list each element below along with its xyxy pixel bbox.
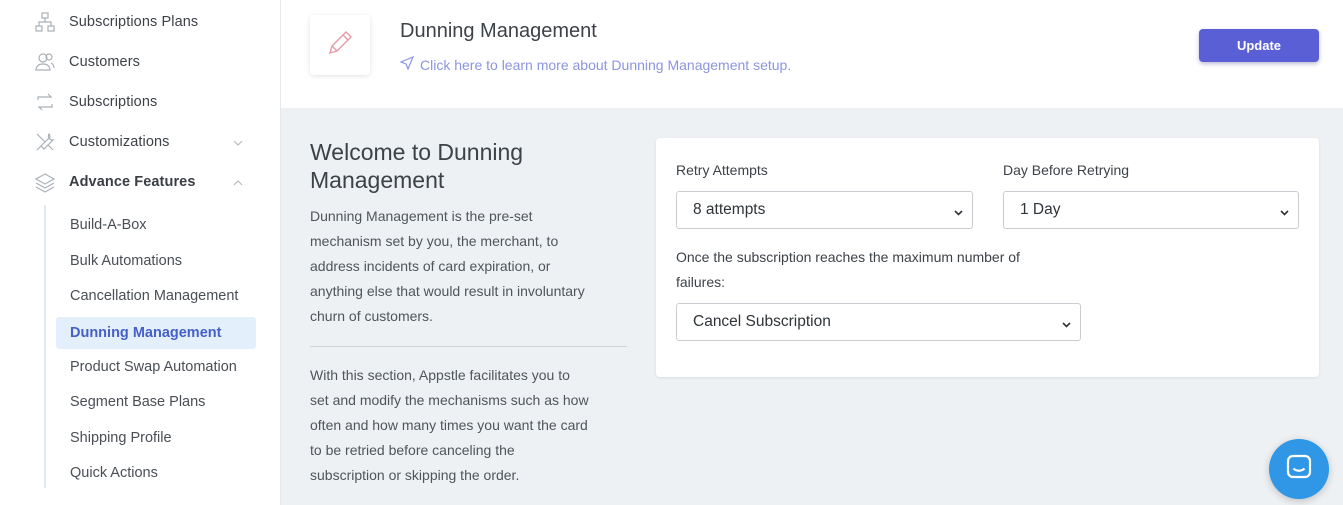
navigation-arrow-icon xyxy=(399,55,415,73)
help-link[interactable]: Click here to learn more about Dunning M… xyxy=(399,55,792,73)
retry-attempts-label: Retry Attempts xyxy=(676,162,768,178)
chevron-down-icon xyxy=(953,205,964,216)
settings-card: Retry Attempts 8 attempts Day Before Ret… xyxy=(656,138,1319,377)
chat-icon xyxy=(1284,452,1314,487)
sidebar-subitem-segment-base-plans[interactable]: Segment Base Plans xyxy=(56,386,256,418)
intro-line: churn of customers. xyxy=(310,308,433,324)
intro-line: Dunning Management is the pre-set xyxy=(310,208,533,224)
sidebar: Subscriptions Plans Customers Subscripti… xyxy=(0,0,281,505)
retry-attempts-value: 8 attempts xyxy=(693,201,766,218)
sidebar-item-customers[interactable]: Customers xyxy=(0,44,281,80)
intro-paragraph-2: With this section, Appstle facilitates y… xyxy=(310,363,630,488)
sidebar-item-label: Customers xyxy=(69,54,140,70)
sidebar-item-subscriptions[interactable]: Subscriptions xyxy=(0,84,281,120)
day-before-retrying-select[interactable]: 1 Day xyxy=(1003,191,1299,229)
sitemap-icon xyxy=(34,11,56,33)
users-icon xyxy=(34,51,56,73)
retry-attempts-select[interactable]: 8 attempts xyxy=(676,191,973,229)
intro-line: anything else that would result in invol… xyxy=(310,283,585,299)
max-failures-label-line: failures: xyxy=(676,274,726,290)
sidebar-item-label: Customizations xyxy=(69,134,170,150)
help-link-text: Click here to learn more about Dunning M… xyxy=(420,56,792,73)
intro-line: mechanism set by you, the merchant, to xyxy=(310,233,559,249)
pencil-icon xyxy=(323,26,357,65)
sidebar-item-label: Subscriptions xyxy=(69,94,158,110)
sidebar-item-customizations[interactable]: Customizations xyxy=(0,124,281,160)
tools-icon xyxy=(34,131,56,153)
chevron-down-icon xyxy=(1061,317,1072,328)
sidebar-item-advance-features[interactable]: Advance Features xyxy=(0,164,281,200)
intro-line: subscription or skipping the order. xyxy=(310,467,520,483)
sidebar-subitem-quick-actions[interactable]: Quick Actions xyxy=(56,457,256,489)
day-before-retrying-value: 1 Day xyxy=(1020,201,1061,218)
divider xyxy=(310,346,627,347)
chevron-up-icon[interactable] xyxy=(232,176,244,188)
sidebar-subitem-cancellation-management[interactable]: Cancellation Management xyxy=(56,280,256,312)
chevron-down-icon[interactable] xyxy=(232,136,244,148)
sidebar-subitem-dunning-management[interactable]: Dunning Management xyxy=(56,317,256,349)
sidebar-subitem-product-swap-automation[interactable]: Product Swap Automation xyxy=(56,351,256,383)
sidebar-item-label: Subscriptions Plans xyxy=(69,14,199,30)
max-failures-action-select[interactable]: Cancel Subscription xyxy=(676,303,1081,341)
chat-launcher-button[interactable] xyxy=(1269,439,1329,499)
intro-line: to be retried before canceling the xyxy=(310,442,515,458)
sidebar-item-subscriptions-plans[interactable]: Subscriptions Plans xyxy=(0,4,281,40)
intro-title: Welcome to Dunning Management xyxy=(310,139,524,193)
day-before-retrying-label: Day Before Retrying xyxy=(1003,162,1130,178)
submenu-line xyxy=(44,205,46,488)
intro-paragraph-1: Dunning Management is the pre-set mechan… xyxy=(310,204,630,329)
page-title: Dunning Management xyxy=(400,20,597,42)
max-failures-label-line: Once the subscription reaches the maximu… xyxy=(676,249,1020,265)
max-failures-action-value: Cancel Subscription xyxy=(693,313,831,330)
sidebar-item-label: Advance Features xyxy=(69,174,196,190)
sidebar-subitem-shipping-profile[interactable]: Shipping Profile xyxy=(56,422,256,454)
layers-icon xyxy=(34,171,56,193)
max-failures-label: Once the subscription reaches the maximu… xyxy=(676,245,1096,295)
sidebar-subitem-bulk-automations[interactable]: Bulk Automations xyxy=(56,245,256,277)
page-header: Dunning Management Click here to learn m… xyxy=(281,0,1343,108)
sidebar-subitem-build-a-box[interactable]: Build-A-Box xyxy=(56,209,256,241)
intro-line: With this section, Appstle facilitates y… xyxy=(310,367,570,383)
intro-line: often and how many times you want the ca… xyxy=(310,417,588,433)
chevron-down-icon xyxy=(1279,205,1290,216)
intro-line: set and modify the mechanisms such as ho… xyxy=(310,392,589,408)
intro-line: address incidents of card expiration, or xyxy=(310,258,551,274)
update-button[interactable]: Update xyxy=(1199,29,1319,62)
page-icon-box xyxy=(310,15,370,75)
repeat-icon xyxy=(34,91,56,113)
